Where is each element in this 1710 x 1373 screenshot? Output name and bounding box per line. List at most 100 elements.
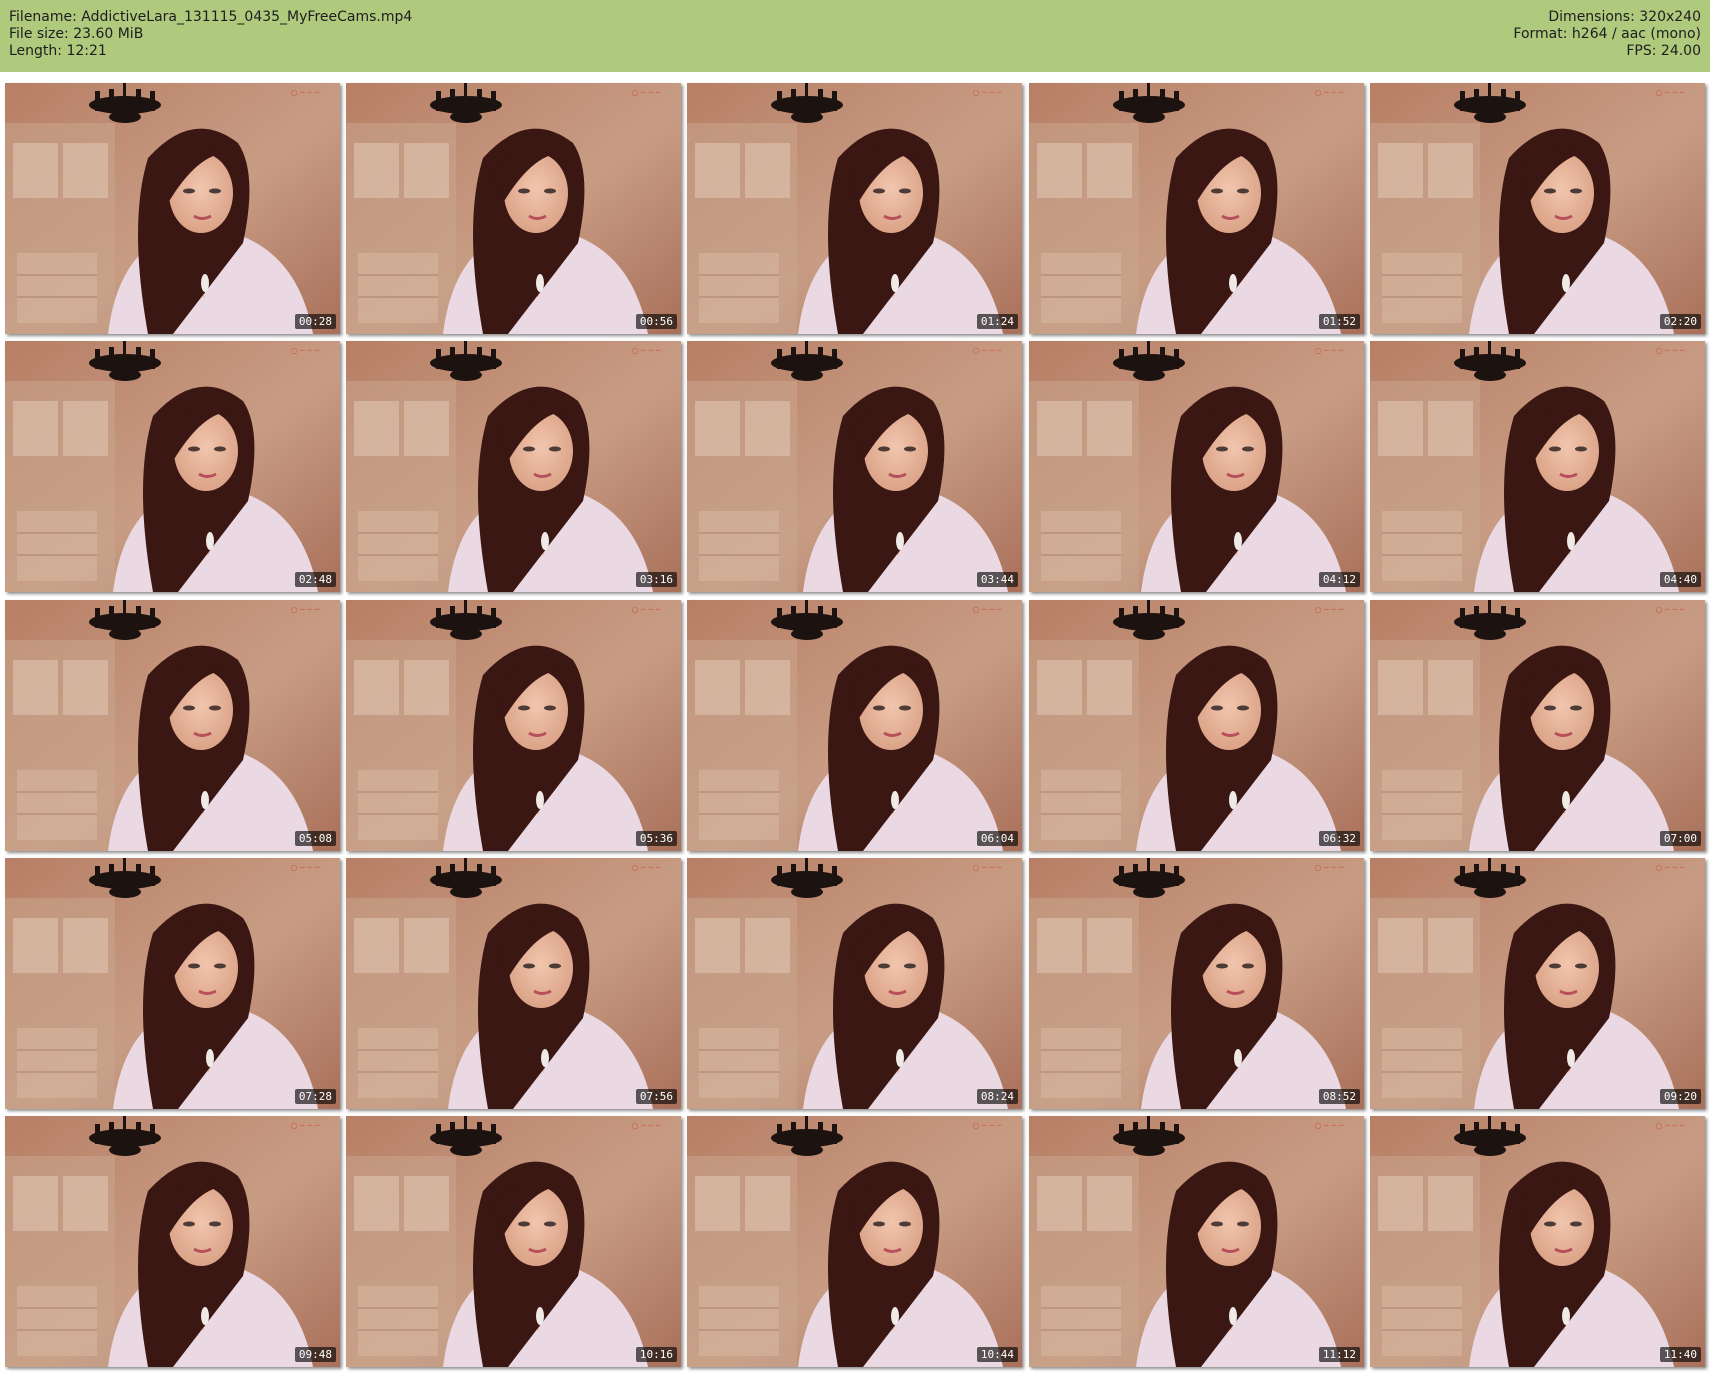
- thumbnail-timestamp: 07:00: [1659, 831, 1701, 846]
- video-frame-image: ○ ─ ─ ─: [346, 858, 681, 1109]
- thumbnail-timestamp: 11:12: [1318, 1347, 1360, 1362]
- svg-text:○ ─ ─ ─: ○ ─ ─ ─: [1314, 605, 1343, 614]
- thumbnail-timestamp: 00:28: [294, 314, 336, 329]
- svg-text:○ ─ ─ ─: ○ ─ ─ ─: [631, 88, 660, 97]
- video-thumbnail[interactable]: ○ ─ ─ ─ 07:28: [5, 858, 340, 1109]
- video-thumbnail[interactable]: ○ ─ ─ ─ 05:36: [346, 600, 681, 851]
- svg-text:○ ─ ─ ─: ○ ─ ─ ─: [1655, 1121, 1684, 1130]
- video-thumbnail[interactable]: ○ ─ ─ ─ 10:44: [687, 1116, 1022, 1367]
- thumbnail-timestamp: 03:44: [976, 572, 1018, 587]
- svg-text:○ ─ ─ ─: ○ ─ ─ ─: [1314, 863, 1343, 872]
- thumbnail-timestamp: 05:08: [294, 831, 336, 846]
- thumbnail-timestamp: 00:56: [635, 314, 677, 329]
- thumbnail-timestamp: 01:52: [1318, 314, 1360, 329]
- video-frame-image: ○ ─ ─ ─: [5, 341, 340, 592]
- thumbnail-grid: ○ ─ ─ ─ 00:28 ○ ─ ─ ─ 00:56 ○ ─ ─ ─ 01:24 ○ ─ …: [5, 83, 1707, 1370]
- video-thumbnail[interactable]: ○ ─ ─ ─ 02:48: [5, 341, 340, 592]
- video-thumbnail[interactable]: ○ ─ ─ ─ 04:40: [1370, 341, 1705, 592]
- video-thumbnail[interactable]: ○ ─ ─ ─ 02:20: [1370, 83, 1705, 334]
- video-frame-image: ○ ─ ─ ─: [687, 341, 1022, 592]
- video-frame-image: ○ ─ ─ ─: [346, 83, 681, 334]
- thumbnail-timestamp: 03:16: [635, 572, 677, 587]
- svg-text:○ ─ ─ ─: ○ ─ ─ ─: [290, 346, 319, 355]
- video-frame-image: ○ ─ ─ ─: [346, 600, 681, 851]
- svg-text:○ ─ ─ ─: ○ ─ ─ ─: [972, 346, 1001, 355]
- svg-text:○ ─ ─ ─: ○ ─ ─ ─: [631, 863, 660, 872]
- video-frame-image: ○ ─ ─ ─: [687, 1116, 1022, 1367]
- video-frame-image: ○ ─ ─ ─: [1029, 600, 1364, 851]
- video-thumbnail[interactable]: ○ ─ ─ ─ 06:32: [1029, 600, 1364, 851]
- thumbnail-timestamp: 09:48: [294, 1347, 336, 1362]
- thumbnail-timestamp: 08:52: [1318, 1089, 1360, 1104]
- svg-text:○ ─ ─ ─: ○ ─ ─ ─: [631, 1121, 660, 1130]
- thumbnail-timestamp: 10:16: [635, 1347, 677, 1362]
- video-thumbnail[interactable]: ○ ─ ─ ─ 09:20: [1370, 858, 1705, 1109]
- thumbnail-timestamp: 10:44: [976, 1347, 1018, 1362]
- thumbnail-timestamp: 09:20: [1659, 1089, 1701, 1104]
- video-thumbnail[interactable]: ○ ─ ─ ─ 03:16: [346, 341, 681, 592]
- thumbnail-timestamp: 06:32: [1318, 831, 1360, 846]
- video-thumbnail[interactable]: ○ ─ ─ ─ 11:40: [1370, 1116, 1705, 1367]
- svg-text:○ ─ ─ ─: ○ ─ ─ ─: [972, 863, 1001, 872]
- video-frame-image: ○ ─ ─ ─: [1029, 858, 1364, 1109]
- video-info-header: Filename: AddictiveLara_131115_0435_MyFr…: [0, 0, 1710, 72]
- video-thumbnail[interactable]: ○ ─ ─ ─ 09:48: [5, 1116, 340, 1367]
- svg-text:○ ─ ─ ─: ○ ─ ─ ─: [1655, 346, 1684, 355]
- svg-text:○ ─ ─ ─: ○ ─ ─ ─: [631, 605, 660, 614]
- svg-text:○ ─ ─ ─: ○ ─ ─ ─: [972, 88, 1001, 97]
- video-frame-image: ○ ─ ─ ─: [1370, 600, 1705, 851]
- video-frame-image: ○ ─ ─ ─: [5, 83, 340, 334]
- video-thumbnail[interactable]: ○ ─ ─ ─ 03:44: [687, 341, 1022, 592]
- video-frame-image: ○ ─ ─ ─: [5, 1116, 340, 1367]
- format-text: Format: h264 / aac (mono): [1513, 26, 1701, 42]
- thumbnail-timestamp: 02:20: [1659, 314, 1701, 329]
- video-frame-image: ○ ─ ─ ─: [687, 600, 1022, 851]
- video-thumbnail[interactable]: ○ ─ ─ ─ 05:08: [5, 600, 340, 851]
- video-thumbnail[interactable]: ○ ─ ─ ─ 10:16: [346, 1116, 681, 1367]
- video-frame-image: ○ ─ ─ ─: [1370, 1116, 1705, 1367]
- video-frame-image: ○ ─ ─ ─: [1029, 1116, 1364, 1367]
- svg-text:○ ─ ─ ─: ○ ─ ─ ─: [1314, 1121, 1343, 1130]
- svg-text:○ ─ ─ ─: ○ ─ ─ ─: [290, 863, 319, 872]
- video-thumbnail[interactable]: ○ ─ ─ ─ 01:24: [687, 83, 1022, 334]
- video-frame-image: ○ ─ ─ ─: [1029, 83, 1364, 334]
- video-thumbnail[interactable]: ○ ─ ─ ─ 08:24: [687, 858, 1022, 1109]
- filesize-text: File size: 23.60 MiB: [9, 26, 144, 42]
- video-frame-image: ○ ─ ─ ─: [1370, 83, 1705, 334]
- thumbnail-timestamp: 04:40: [1659, 572, 1701, 587]
- video-thumbnail[interactable]: ○ ─ ─ ─ 00:28: [5, 83, 340, 334]
- length-text: Length: 12:21: [9, 43, 107, 59]
- video-frame-image: ○ ─ ─ ─: [687, 858, 1022, 1109]
- video-thumbnail[interactable]: ○ ─ ─ ─ 07:00: [1370, 600, 1705, 851]
- thumbnail-timestamp: 11:40: [1659, 1347, 1701, 1362]
- video-thumbnail[interactable]: ○ ─ ─ ─ 11:12: [1029, 1116, 1364, 1367]
- svg-text:○ ─ ─ ─: ○ ─ ─ ─: [290, 605, 319, 614]
- svg-text:○ ─ ─ ─: ○ ─ ─ ─: [1655, 863, 1684, 872]
- file-info-right: Dimensions: 320x240 Format: h264 / aac (…: [1513, 9, 1701, 60]
- svg-text:○ ─ ─ ─: ○ ─ ─ ─: [1314, 88, 1343, 97]
- svg-text:○ ─ ─ ─: ○ ─ ─ ─: [1314, 346, 1343, 355]
- svg-text:○ ─ ─ ─: ○ ─ ─ ─: [631, 346, 660, 355]
- thumbnail-timestamp: 07:56: [635, 1089, 677, 1104]
- video-thumbnail[interactable]: ○ ─ ─ ─ 04:12: [1029, 341, 1364, 592]
- video-thumbnail[interactable]: ○ ─ ─ ─ 01:52: [1029, 83, 1364, 334]
- video-thumbnail[interactable]: ○ ─ ─ ─ 06:04: [687, 600, 1022, 851]
- filename-text: Filename: AddictiveLara_131115_0435_MyFr…: [9, 9, 413, 25]
- video-thumbnail[interactable]: ○ ─ ─ ─ 00:56: [346, 83, 681, 334]
- svg-text:○ ─ ─ ─: ○ ─ ─ ─: [290, 88, 319, 97]
- video-frame-image: ○ ─ ─ ─: [1370, 858, 1705, 1109]
- video-thumbnail[interactable]: ○ ─ ─ ─ 07:56: [346, 858, 681, 1109]
- video-thumbnail[interactable]: ○ ─ ─ ─ 08:52: [1029, 858, 1364, 1109]
- thumbnail-timestamp: 05:36: [635, 831, 677, 846]
- file-info-left: Filename: AddictiveLara_131115_0435_MyFr…: [9, 9, 412, 60]
- video-frame-image: ○ ─ ─ ─: [1370, 341, 1705, 592]
- svg-text:○ ─ ─ ─: ○ ─ ─ ─: [972, 1121, 1001, 1130]
- video-frame-image: ○ ─ ─ ─: [687, 83, 1022, 334]
- svg-text:○ ─ ─ ─: ○ ─ ─ ─: [290, 1121, 319, 1130]
- thumbnail-timestamp: 07:28: [294, 1089, 336, 1104]
- video-frame-image: ○ ─ ─ ─: [1029, 341, 1364, 592]
- dimensions-text: Dimensions: 320x240: [1548, 9, 1701, 25]
- thumbnail-timestamp: 02:48: [294, 572, 336, 587]
- svg-text:○ ─ ─ ─: ○ ─ ─ ─: [1655, 605, 1684, 614]
- svg-text:○ ─ ─ ─: ○ ─ ─ ─: [972, 605, 1001, 614]
